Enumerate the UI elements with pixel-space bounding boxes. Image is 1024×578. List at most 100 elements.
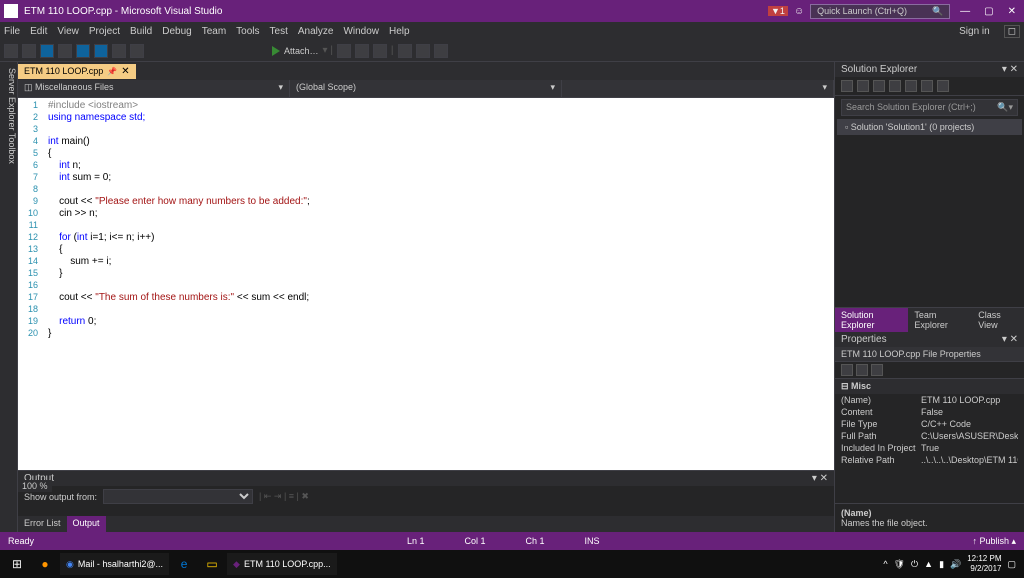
ext-button-2[interactable] xyxy=(416,44,430,58)
tray-volume-icon[interactable]: 🔊 xyxy=(950,559,961,570)
left-sidebar-tabs[interactable]: Server Explorer Toolbox xyxy=(0,62,18,532)
code-line[interactable]: 20} xyxy=(24,328,834,340)
property-row[interactable]: Included In ProjectTrue xyxy=(835,442,1024,454)
user-icon[interactable]: ◻ xyxy=(1004,25,1020,38)
start-button-icon[interactable] xyxy=(272,46,280,56)
save-all-button[interactable] xyxy=(94,44,108,58)
code-line[interactable]: 4int main() xyxy=(24,136,834,148)
solexp-controls[interactable]: ▾ ✕ xyxy=(1002,64,1018,75)
props-page-icon[interactable] xyxy=(871,364,883,376)
edge-icon[interactable]: e xyxy=(171,553,197,575)
solexp-home-icon[interactable] xyxy=(841,80,853,92)
code-line[interactable]: 12 for (int i=1; i<= n; i++) xyxy=(24,232,834,244)
menu-tools[interactable]: Tools xyxy=(236,26,259,37)
close-button[interactable]: ✕ xyxy=(1004,6,1020,17)
property-row[interactable]: ContentFalse xyxy=(835,406,1024,418)
property-row[interactable]: File TypeC/C++ Code xyxy=(835,418,1024,430)
redo-button[interactable] xyxy=(130,44,144,58)
menu-view[interactable]: View xyxy=(57,26,79,37)
code-line[interactable]: 2using namespace std; xyxy=(24,112,834,124)
pin-icon[interactable]: 📌 xyxy=(107,67,117,76)
code-line[interactable]: 17 cout << "The sum of these numbers is:… xyxy=(24,292,834,304)
quick-launch-input[interactable]: Quick Launch (Ctrl+Q)🔍 xyxy=(810,4,950,19)
tray-shield-icon[interactable]: 🛡 xyxy=(894,559,905,570)
property-row[interactable]: Full PathC:\Users\ASUSER\Desktop\ETM xyxy=(835,430,1024,442)
new-button[interactable] xyxy=(40,44,54,58)
save-button[interactable] xyxy=(76,44,90,58)
code-line[interactable]: 7 int sum = 0; xyxy=(24,172,834,184)
code-line[interactable]: 11 xyxy=(24,220,834,232)
tab-team-explorer[interactable]: Team Explorer xyxy=(908,308,972,332)
props-cat-icon[interactable] xyxy=(841,364,853,376)
ext-button-3[interactable] xyxy=(434,44,448,58)
output-source-select[interactable] xyxy=(103,489,253,504)
tab-error-list[interactable]: Error List xyxy=(18,516,67,532)
step-button-3[interactable] xyxy=(373,44,387,58)
notification-badge[interactable]: ▼1 xyxy=(768,6,788,16)
props-controls[interactable]: ▾ ✕ xyxy=(1002,334,1018,345)
output-controls[interactable]: ▾ ✕ xyxy=(812,473,828,484)
start-button[interactable]: ⊞ xyxy=(4,553,30,575)
solexp-collapse-icon[interactable] xyxy=(921,80,933,92)
menu-test[interactable]: Test xyxy=(270,26,288,37)
props-az-icon[interactable] xyxy=(856,364,868,376)
undo-button[interactable] xyxy=(112,44,126,58)
code-line[interactable]: 13 { xyxy=(24,244,834,256)
code-line[interactable]: 5{ xyxy=(24,148,834,160)
tray-up-icon[interactable]: ^ xyxy=(883,559,887,569)
nav-fwd-button[interactable] xyxy=(22,44,36,58)
code-line[interactable]: 16 xyxy=(24,280,834,292)
code-line[interactable]: 18 xyxy=(24,304,834,316)
solexp-more-icon[interactable] xyxy=(937,80,949,92)
zoom-level[interactable]: 100 % xyxy=(18,480,52,492)
task-chrome[interactable]: ◉Mail - hsalharthi2@... xyxy=(60,553,169,575)
menu-debug[interactable]: Debug xyxy=(162,26,191,37)
property-row[interactable]: (Name)ETM 110 LOOP.cpp xyxy=(835,394,1024,406)
menu-window[interactable]: Window xyxy=(343,26,379,37)
tray-wifi-icon[interactable]: ▲ xyxy=(924,559,933,569)
menu-team[interactable]: Team xyxy=(202,26,226,37)
menu-project[interactable]: Project xyxy=(89,26,120,37)
solexp-refresh-icon[interactable] xyxy=(857,80,869,92)
scope-combo-3[interactable]: ▾ xyxy=(562,80,834,97)
ext-button-1[interactable] xyxy=(398,44,412,58)
nav-back-button[interactable] xyxy=(4,44,18,58)
menu-file[interactable]: File xyxy=(4,26,20,37)
code-line[interactable]: 9 cout << "Please enter how many numbers… xyxy=(24,196,834,208)
sign-in-link[interactable]: Sign in xyxy=(959,26,990,37)
code-line[interactable]: 1#include <iostream> xyxy=(24,100,834,112)
code-editor[interactable]: 1#include <iostream>2using namespace std… xyxy=(18,98,834,470)
firefox-icon[interactable]: ● xyxy=(32,553,58,575)
code-line[interactable]: 15 } xyxy=(24,268,834,280)
code-line[interactable]: 3 xyxy=(24,124,834,136)
property-row[interactable]: Relative Path..\..\..\..\Desktop\ETM 110… xyxy=(835,454,1024,466)
menu-build[interactable]: Build xyxy=(130,26,152,37)
feedback-icon[interactable]: ☺ xyxy=(794,6,804,17)
tab-solution-explorer[interactable]: Solution Explorer xyxy=(835,308,908,332)
solexp-showall-icon[interactable] xyxy=(905,80,917,92)
menu-help[interactable]: Help xyxy=(389,26,410,37)
code-line[interactable]: 10 cin >> n; xyxy=(24,208,834,220)
props-category[interactable]: ⊟ Misc xyxy=(835,379,1024,394)
solexp-props-icon[interactable] xyxy=(889,80,901,92)
code-line[interactable]: 14 sum += i; xyxy=(24,256,834,268)
scope-combo-2[interactable]: (Global Scope)▾ xyxy=(290,80,562,97)
tray-clock[interactable]: 12:12 PM9/2/2017 xyxy=(967,554,1001,574)
props-object-name[interactable]: ETM 110 LOOP.cpp File Properties xyxy=(835,347,1024,362)
scope-combo-1[interactable]: ◫ Miscellaneous Files▾ xyxy=(18,80,290,97)
menu-analyze[interactable]: Analyze xyxy=(298,26,334,37)
explorer-icon[interactable]: ▭ xyxy=(199,553,225,575)
solexp-search-input[interactable]: Search Solution Explorer (Ctrl+;)🔍▾ xyxy=(841,99,1018,116)
menu-edit[interactable]: Edit xyxy=(30,26,47,37)
tab-close-icon[interactable]: ✕ xyxy=(121,66,129,77)
editor-tab[interactable]: ETM 110 LOOP.cpp 📌 ✕ xyxy=(18,64,136,79)
code-line[interactable]: 19 return 0; xyxy=(24,316,834,328)
publish-button[interactable]: ↑ Publish ▴ xyxy=(972,536,1016,547)
restore-button[interactable]: ▢ xyxy=(980,6,997,17)
minimize-button[interactable]: — xyxy=(956,6,974,17)
solution-node[interactable]: ▫ Solution 'Solution1' (0 projects) xyxy=(837,119,1022,135)
tab-output[interactable]: Output xyxy=(67,516,106,532)
solexp-sync-icon[interactable] xyxy=(873,80,885,92)
tray-battery-icon[interactable]: ▮ xyxy=(939,559,944,570)
code-line[interactable]: 6 int n; xyxy=(24,160,834,172)
